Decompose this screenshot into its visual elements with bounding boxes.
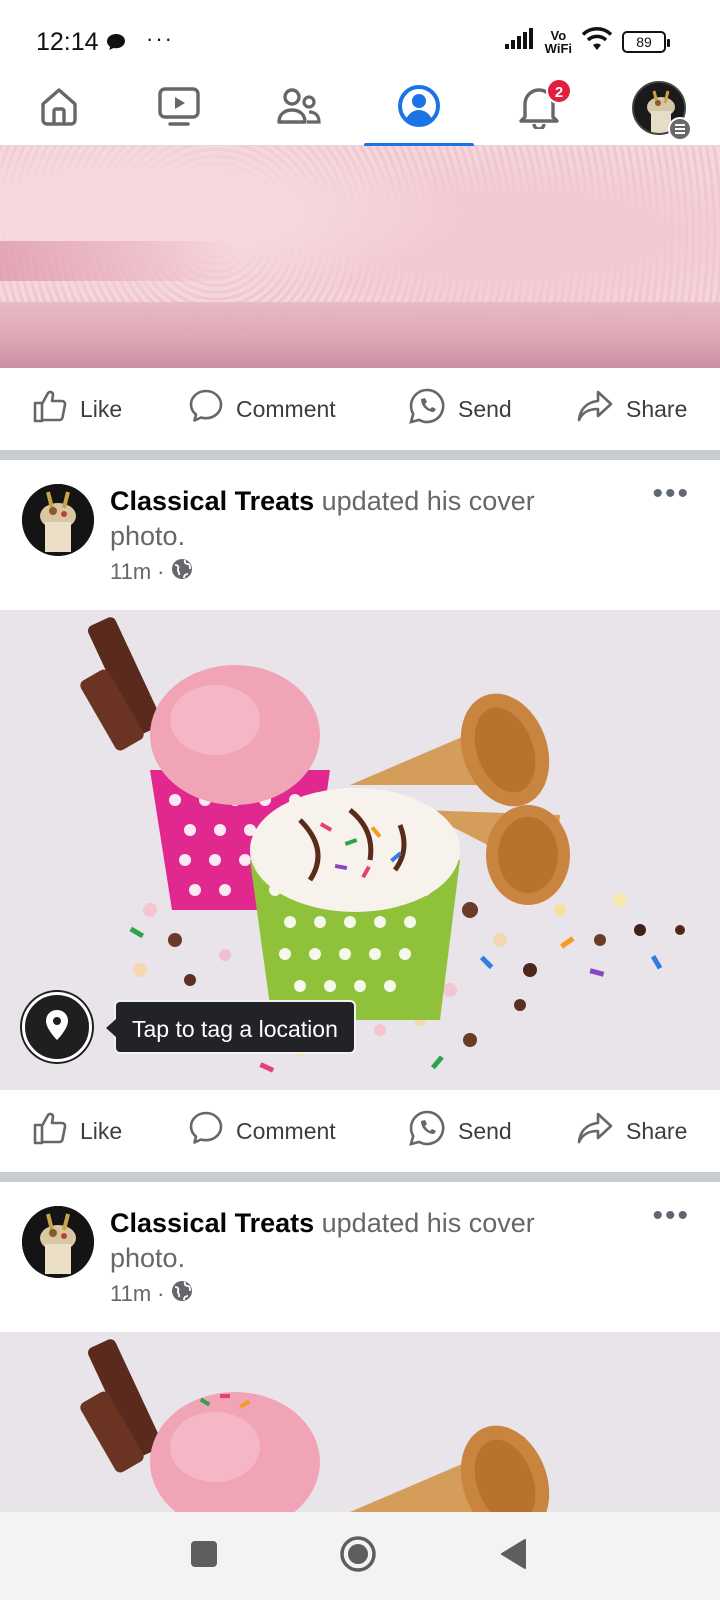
send-label: Send bbox=[458, 395, 512, 422]
post-options-button[interactable]: ••• bbox=[652, 1201, 690, 1231]
like-label: Like bbox=[80, 1117, 123, 1144]
tag-location-button[interactable] bbox=[22, 992, 92, 1062]
comment-button[interactable]: Comment bbox=[188, 1090, 336, 1172]
post-options-button[interactable]: ••• bbox=[652, 479, 690, 509]
location-tooltip[interactable]: Tap to tag a location bbox=[106, 1000, 356, 1054]
like-button[interactable]: Like bbox=[32, 368, 122, 450]
home-button[interactable] bbox=[338, 1535, 378, 1578]
comment-icon bbox=[188, 388, 224, 430]
post-image[interactable]: Tap to tag a location bbox=[0, 610, 720, 1090]
vowifi-indicator: Vo WiFi bbox=[545, 29, 572, 55]
like-icon bbox=[32, 388, 68, 430]
back-button[interactable] bbox=[494, 1536, 534, 1576]
like-label: Like bbox=[80, 395, 123, 422]
status-more-indicator: ··· bbox=[146, 26, 174, 51]
friends-icon bbox=[276, 86, 322, 131]
signal-icon bbox=[504, 28, 537, 55]
author-name[interactable]: Classical Treats bbox=[110, 1208, 314, 1238]
comment-label: Comment bbox=[236, 395, 336, 422]
notification-badge: 2 bbox=[546, 78, 572, 104]
share-button[interactable]: Share bbox=[576, 1090, 687, 1172]
tab-watch[interactable] bbox=[124, 70, 234, 146]
like-icon bbox=[32, 1110, 68, 1152]
circle-home-icon bbox=[339, 1535, 377, 1578]
battery-indicator: 89 bbox=[622, 30, 670, 53]
vowifi-line2: WiFi bbox=[544, 40, 572, 56]
post-meta: 11m · bbox=[110, 1280, 193, 1308]
share-label: Share bbox=[626, 1117, 688, 1144]
post-actions: Like Comment Send Share bbox=[0, 368, 720, 450]
post-header: Classical Treats updated his cover photo… bbox=[0, 460, 720, 610]
whatsapp-icon bbox=[408, 1109, 446, 1153]
author-avatar[interactable] bbox=[22, 484, 94, 556]
back-triangle-icon bbox=[499, 1538, 529, 1575]
menu-icon bbox=[668, 117, 692, 141]
tab-home[interactable] bbox=[4, 70, 114, 146]
share-label: Share bbox=[626, 395, 688, 422]
profile-icon bbox=[396, 83, 442, 134]
green-cup bbox=[250, 788, 460, 1020]
author-name[interactable]: Classical Treats bbox=[110, 486, 314, 516]
cover-overlay bbox=[0, 302, 720, 368]
send-button[interactable]: Send bbox=[408, 1090, 512, 1172]
comment-button[interactable]: Comment bbox=[188, 368, 336, 450]
like-button[interactable]: Like bbox=[32, 1090, 122, 1172]
post-headline: Classical Treats updated his cover photo… bbox=[110, 484, 580, 554]
chat-notification-icon bbox=[106, 33, 126, 56]
post-time[interactable]: 11m bbox=[110, 1281, 151, 1307]
recent-apps-button[interactable] bbox=[184, 1536, 224, 1576]
square-icon bbox=[190, 1540, 218, 1573]
top-nav-tabs: 2 bbox=[0, 70, 720, 147]
tab-friends[interactable] bbox=[244, 70, 354, 146]
cover-photo-previous[interactable] bbox=[0, 146, 720, 368]
tab-profile[interactable] bbox=[364, 70, 474, 147]
home-icon bbox=[37, 84, 81, 133]
send-button[interactable]: Send bbox=[408, 368, 512, 450]
post-image[interactable] bbox=[0, 1332, 720, 1512]
post-actions: Like Comment Send Share bbox=[0, 1090, 720, 1172]
author-avatar[interactable] bbox=[22, 1206, 94, 1278]
menu-avatar bbox=[632, 81, 692, 141]
comment-icon bbox=[188, 1110, 224, 1152]
feed-divider bbox=[0, 1172, 720, 1182]
cover-texture bbox=[0, 241, 240, 281]
post-headline: Classical Treats updated his cover photo… bbox=[110, 1206, 580, 1276]
send-label: Send bbox=[458, 1117, 512, 1144]
share-button[interactable]: Share bbox=[576, 368, 687, 450]
ice-cream-photo bbox=[0, 1332, 720, 1512]
status-indicators: Vo WiFi 89 bbox=[504, 26, 670, 57]
comment-label: Comment bbox=[236, 1117, 336, 1144]
ice-cream-photo bbox=[0, 610, 720, 1090]
globe-icon bbox=[171, 1280, 193, 1308]
status-bar: 12:14 ··· Vo WiFi 89 bbox=[0, 0, 720, 76]
meta-separator: · bbox=[157, 1281, 165, 1306]
globe-icon bbox=[171, 558, 193, 586]
video-icon bbox=[156, 84, 202, 133]
meta-separator: · bbox=[157, 559, 165, 584]
post-header: Classical Treats updated his cover photo… bbox=[0, 1182, 720, 1332]
post-time[interactable]: 11m bbox=[110, 559, 151, 585]
status-time: 12:14 bbox=[36, 28, 99, 56]
system-navigation-bar bbox=[0, 1512, 720, 1600]
tab-notifications[interactable]: 2 bbox=[484, 70, 594, 146]
wifi-icon bbox=[580, 26, 614, 57]
share-icon bbox=[576, 389, 614, 429]
share-icon bbox=[576, 1111, 614, 1151]
post-meta: 11m · bbox=[110, 558, 193, 586]
feed-divider bbox=[0, 450, 720, 460]
location-pin-icon bbox=[44, 1009, 70, 1046]
tab-menu[interactable] bbox=[604, 70, 714, 146]
whatsapp-icon bbox=[408, 387, 446, 431]
